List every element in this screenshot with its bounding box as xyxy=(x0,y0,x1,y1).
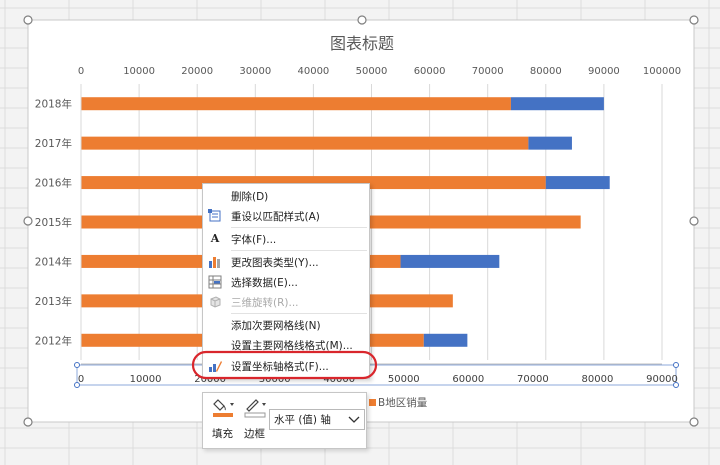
3d-rotation-icon xyxy=(208,295,222,309)
bottom-axis-tick-label[interactable]: 60000 xyxy=(452,374,484,385)
category-axis-label: 2016年 xyxy=(35,177,72,190)
chart-resize-handle[interactable] xyxy=(689,216,699,226)
chart-element-dropdown[interactable]: 水平 (值) 轴 xyxy=(269,409,365,430)
chart-legend[interactable]: B地区销量 xyxy=(369,396,428,409)
chart-resize-handle[interactable] xyxy=(357,15,367,25)
top-axis-tick-label: 60000 xyxy=(414,66,446,77)
chart-resize-handle[interactable] xyxy=(689,15,699,25)
category-axis-label: 2012年 xyxy=(35,334,72,347)
reset-style-icon xyxy=(208,209,222,223)
chart-resize-handle[interactable] xyxy=(689,417,699,427)
bottom-axis-tick-label[interactable]: 70000 xyxy=(517,374,549,385)
chart-resize-handle[interactable] xyxy=(23,216,33,226)
top-axis-tick-label: 90000 xyxy=(588,66,620,77)
menu-separator xyxy=(231,227,367,228)
axis-selection-handle[interactable] xyxy=(673,362,679,368)
fill-button[interactable] xyxy=(211,396,237,422)
top-axis-tick-label: 100000 xyxy=(643,66,681,77)
axis-selection-handle[interactable] xyxy=(74,362,80,368)
chart-resize-handle[interactable] xyxy=(23,417,33,427)
top-axis-tick-label: 30000 xyxy=(239,66,271,77)
bottom-axis-tick-label[interactable]: 90000 xyxy=(646,374,678,385)
category-axis-label: 2015年 xyxy=(35,216,72,229)
chart-element-value: 水平 (值) 轴 xyxy=(274,414,331,426)
top-axis-tick-label: 70000 xyxy=(472,66,504,77)
menu-separator xyxy=(231,250,367,251)
highlight-annotation xyxy=(191,350,378,380)
font-icon: A xyxy=(210,232,220,245)
axis-selection-handle[interactable] xyxy=(74,382,80,388)
menu-item-label: 重设以匹配样式(A) xyxy=(231,211,320,223)
mini-toolbar: 填充 边框 水平 (值) 轴 xyxy=(202,392,367,449)
menu-item-add-minor-gridlines[interactable]: 添加次要网格线(N) xyxy=(203,315,369,335)
category-axis-label: 2014年 xyxy=(35,255,72,268)
legend-label: B地区销量 xyxy=(378,396,428,409)
chart-type-icon xyxy=(208,255,222,269)
bar-series-1[interactable] xyxy=(81,97,511,111)
top-axis-tick-label: 0 xyxy=(78,66,84,77)
chart-title[interactable]: 图表标题 xyxy=(330,34,394,53)
menu-item-change-chart-type[interactable]: 更改图表类型(Y)... xyxy=(203,252,369,272)
select-data-icon xyxy=(208,275,222,289)
top-axis-tick-label: 20000 xyxy=(181,66,213,77)
category-axis-label: 2013年 xyxy=(35,295,72,308)
menu-item-font[interactable]: A 字体(F)... xyxy=(203,229,369,249)
pen-border-icon xyxy=(244,399,266,418)
top-axis-tick-label: 80000 xyxy=(530,66,562,77)
menu-item-label: 字体(F)... xyxy=(231,234,277,246)
chart-resize-handle[interactable] xyxy=(23,15,33,25)
bottom-axis-tick-label[interactable]: 50000 xyxy=(388,374,420,385)
chevron-down-icon xyxy=(348,416,360,423)
bar-series-2[interactable] xyxy=(545,176,610,190)
menu-item-label: 三维旋转(R)... xyxy=(231,297,299,309)
menu-item-reset-style[interactable]: 重设以匹配样式(A) xyxy=(203,206,369,226)
menu-item-select-data[interactable]: 选择数据(E)... xyxy=(203,272,369,292)
menu-item-label: 删除(D) xyxy=(231,191,269,203)
bottom-axis-tick-label[interactable]: 80000 xyxy=(582,374,614,385)
bottom-axis-tick-label[interactable]: 10000 xyxy=(130,374,162,385)
category-axis-label: 2018年 xyxy=(35,98,72,111)
bar-series-2[interactable] xyxy=(400,254,500,268)
category-axis-label: 2017年 xyxy=(35,137,72,150)
excel-chart-screen: 0 10000 20000 30000 40000 50000 60000 70000 8000… xyxy=(0,0,720,465)
border-label: 边框 xyxy=(244,428,265,440)
paint-bucket-icon xyxy=(213,399,234,417)
menu-item-label: 更改图表类型(Y)... xyxy=(231,257,319,269)
menu-separator xyxy=(231,313,367,314)
menu-item-3d-rotation[interactable]: 三维旋转(R)... xyxy=(203,292,369,312)
fill-label: 填充 xyxy=(212,428,233,440)
top-axis-tick-label: 50000 xyxy=(356,66,388,77)
menu-item-label: 添加次要网格线(N) xyxy=(231,320,321,332)
axis-selection-handle[interactable] xyxy=(673,382,679,388)
legend-swatch xyxy=(369,399,376,406)
bar-series-1[interactable] xyxy=(81,136,529,150)
menu-item-label: 选择数据(E)... xyxy=(231,277,298,289)
bar-series-2[interactable] xyxy=(423,333,468,347)
border-button[interactable] xyxy=(243,396,269,422)
bar-series-2[interactable] xyxy=(528,136,572,150)
menu-item-delete[interactable]: 删除(D) xyxy=(203,186,369,206)
bar-series-2[interactable] xyxy=(510,97,604,111)
top-axis-tick-label: 10000 xyxy=(123,66,155,77)
top-axis-tick-label: 40000 xyxy=(297,66,329,77)
